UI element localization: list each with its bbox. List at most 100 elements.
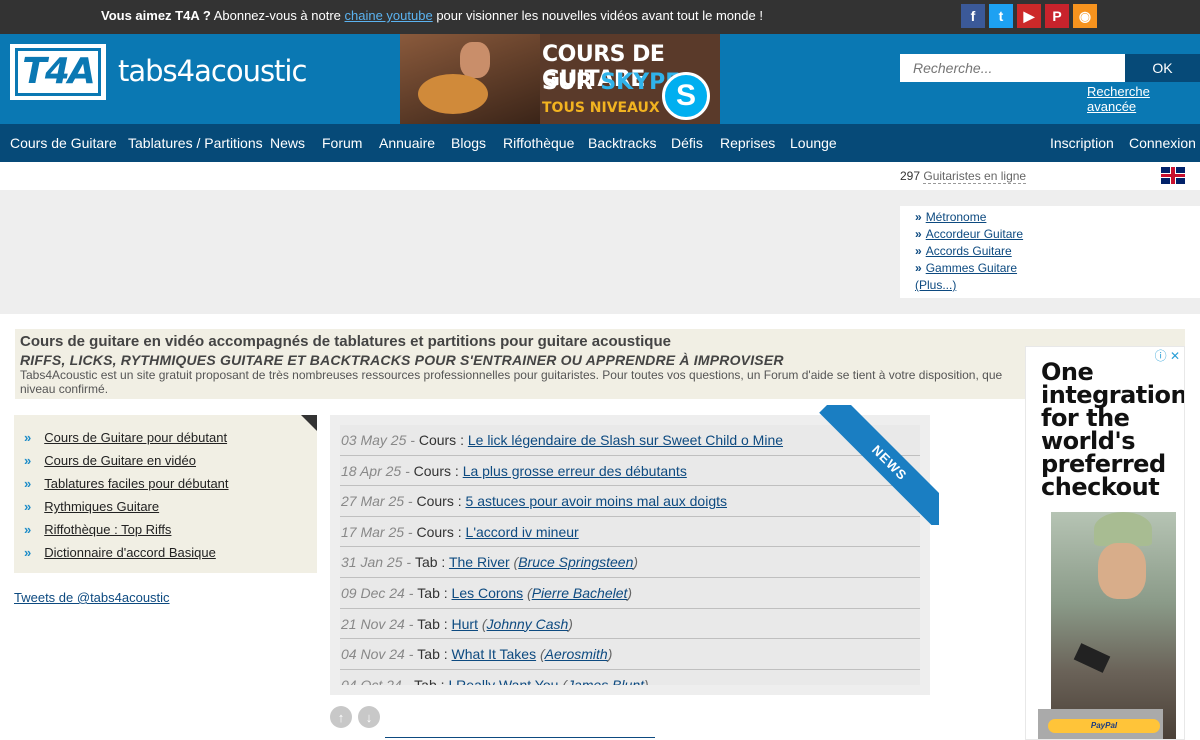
tool-item[interactable]: (Plus...) (915, 277, 1200, 294)
tool-metronome[interactable]: Métronome (926, 210, 987, 224)
skype-lessons-banner[interactable]: COURS DE GUITARE SUR SKYPE TOUS NIVEAUX … (400, 34, 720, 124)
double-chevron-icon: » (915, 227, 922, 241)
news-artist-link[interactable]: Johnny Cash (487, 616, 569, 632)
tool-item[interactable]: » Gammes Guitare (915, 260, 1200, 277)
logo[interactable]: T4A (10, 44, 106, 100)
news-artist-link[interactable]: Aerosmith (545, 646, 608, 662)
corner-fold-icon (301, 415, 317, 431)
news-title-link[interactable]: What It Takes (452, 646, 537, 662)
news-type: Cours (416, 523, 454, 540)
news-title-link[interactable]: I Really Want You (448, 677, 558, 685)
tool-item[interactable]: » Accords Guitare (915, 243, 1200, 260)
news-title-link[interactable]: Les Corons (452, 585, 524, 601)
search-input[interactable] (900, 54, 1125, 82)
nav-defis[interactable]: Défis (671, 135, 703, 151)
news-artist-link[interactable]: James Blunt (567, 677, 644, 685)
nav-news[interactable]: News (270, 135, 305, 151)
left-link-item[interactable]: » Tablatures faciles pour débutant (24, 472, 317, 495)
tool-accordeur[interactable]: Accordeur Guitare (926, 227, 1023, 241)
news-artist-link[interactable]: Bruce Springsteen (518, 554, 633, 570)
news-title-link[interactable]: 5 astuces pour avoir moins mal aux doigt… (466, 493, 727, 509)
news-separator: : (437, 554, 449, 571)
news-panel: 03 May 25 - Cours : Le lick légendaire d… (330, 415, 930, 695)
left-link-label[interactable]: Rythmiques Guitare (44, 499, 159, 514)
social-links: f t ▶ P ◉ (961, 4, 1097, 28)
announcement-text-post: pour visionner les nouvelles vidéos avan… (432, 8, 763, 23)
twitter-icon[interactable]: t (989, 4, 1013, 28)
facebook-icon[interactable]: f (961, 4, 985, 28)
scroll-down-icon[interactable]: ↓ (358, 706, 380, 728)
paypal-button[interactable]: PayPal (1048, 719, 1160, 733)
paypal-ad[interactable]: ⓘ ✕ One integration for the world's pref… (1025, 346, 1185, 740)
news-type: Cours (416, 493, 454, 510)
news-list[interactable]: 03 May 25 - Cours : Le lick légendaire d… (340, 425, 920, 685)
news-row: 17 Mar 25 - Cours : L'accord iv mineur (340, 516, 920, 548)
tool-item[interactable]: » Accordeur Guitare (915, 226, 1200, 243)
tool-item[interactable]: » Métronome (915, 209, 1200, 226)
nav-annuaire[interactable]: Annuaire (379, 135, 435, 151)
news-separator: - (404, 646, 418, 663)
pinterest-icon[interactable]: P (1045, 4, 1069, 28)
news-date: 17 Mar 25 (341, 523, 405, 540)
advanced-search-link[interactable]: Recherche avancée (1087, 84, 1200, 114)
ad-photo-hat (1094, 512, 1152, 546)
nav-tablatures[interactable]: Tablatures / Partitions (128, 135, 263, 151)
tool-gammes[interactable]: Gammes Guitare (926, 261, 1017, 275)
nav-blogs[interactable]: Blogs (451, 135, 486, 151)
news-artist: (Bruce Springsteen) (509, 554, 639, 571)
news-date: 04 Nov 24 (341, 646, 405, 663)
news-title-link[interactable]: L'accord iv mineur (466, 524, 579, 540)
youtube-channel-link[interactable]: chaine youtube (345, 8, 433, 23)
news-separator: : (439, 584, 452, 601)
english-flag-icon[interactable] (1161, 167, 1185, 184)
left-link-label[interactable]: Dictionnaire d'accord Basique (44, 545, 216, 560)
banner-line-2: SUR SKYPE (542, 70, 680, 95)
youtube-icon[interactable]: ▶ (1017, 4, 1041, 28)
news-row: 09 Dec 24 - Tab : Les Corons (Pierre Bac… (340, 577, 920, 609)
left-link-item[interactable]: » Dictionnaire d'accord Basique (24, 541, 317, 564)
double-chevron-icon: » (915, 210, 922, 224)
nav-connexion[interactable]: Connexion (1129, 135, 1196, 151)
nav-reprises[interactable]: Reprises (720, 135, 775, 151)
left-link-item[interactable]: » Rythmiques Guitare (24, 495, 317, 518)
nav-inscription[interactable]: Inscription (1050, 135, 1114, 151)
left-link-item[interactable]: » Cours de Guitare en vidéo (24, 449, 317, 472)
logo-wordmark[interactable]: tabs4acoustic (118, 54, 307, 88)
news-row: 18 Apr 25 - Cours : La plus grosse erreu… (340, 455, 920, 487)
tools-more-link[interactable]: (Plus...) (915, 278, 956, 292)
news-title-link[interactable]: The River (449, 554, 510, 570)
youtube-announcement: Vous aimez T4A ? Abonnez-vous à notre ch… (101, 8, 763, 23)
double-chevron-icon: » (915, 261, 922, 275)
left-link-label[interactable]: Riffothèque : Top Riffs (44, 522, 171, 537)
news-artist-link[interactable]: Pierre Bachelet (532, 585, 628, 601)
nav-backtracks[interactable]: Backtracks (588, 135, 656, 151)
news-date: 04 Oct 24 (341, 676, 402, 685)
left-link-item[interactable]: » Cours de Guitare pour débutant (24, 426, 317, 449)
scroll-up-icon[interactable]: ↑ (330, 706, 352, 728)
site-header: T4A tabs4acoustic COURS DE GUITARE SUR S… (0, 34, 1200, 124)
news-type: Tab (417, 615, 440, 632)
banner-guitarist (460, 42, 490, 78)
left-link-label[interactable]: Cours de Guitare en vidéo (44, 453, 196, 468)
news-title-link[interactable]: La plus grosse erreur des débutants (463, 463, 687, 479)
left-link-item[interactable]: » Riffothèque : Top Riffs (24, 518, 317, 541)
nav-cours-guitare[interactable]: Cours de Guitare (10, 135, 117, 151)
intro-title: Cours de guitare en vidéo accompagnés de… (20, 333, 671, 350)
rss-icon[interactable]: ◉ (1073, 4, 1097, 28)
news-artist: (Aerosmith) (536, 646, 613, 663)
news-title-link[interactable]: Hurt (452, 616, 478, 632)
tweets-link[interactable]: Tweets de @tabs4acoustic (14, 590, 170, 605)
news-separator: - (404, 493, 417, 510)
nav-forum[interactable]: Forum (322, 135, 362, 151)
nav-riffotheque[interactable]: Riffothèque (503, 135, 574, 151)
news-type: Tab (417, 646, 440, 663)
left-link-label[interactable]: Cours de Guitare pour débutant (44, 430, 227, 445)
search-button[interactable]: OK (1125, 54, 1200, 82)
double-chevron-icon: » (24, 453, 32, 468)
logo-text: T4A (15, 48, 101, 96)
tool-accords[interactable]: Accords Guitare (926, 244, 1012, 258)
nav-lounge[interactable]: Lounge (790, 135, 837, 151)
news-title-link[interactable]: Le lick légendaire de Slash sur Sweet Ch… (468, 432, 783, 448)
online-count-label[interactable]: Guitaristes en ligne (923, 169, 1027, 184)
left-link-label[interactable]: Tablatures faciles pour débutant (44, 476, 228, 491)
